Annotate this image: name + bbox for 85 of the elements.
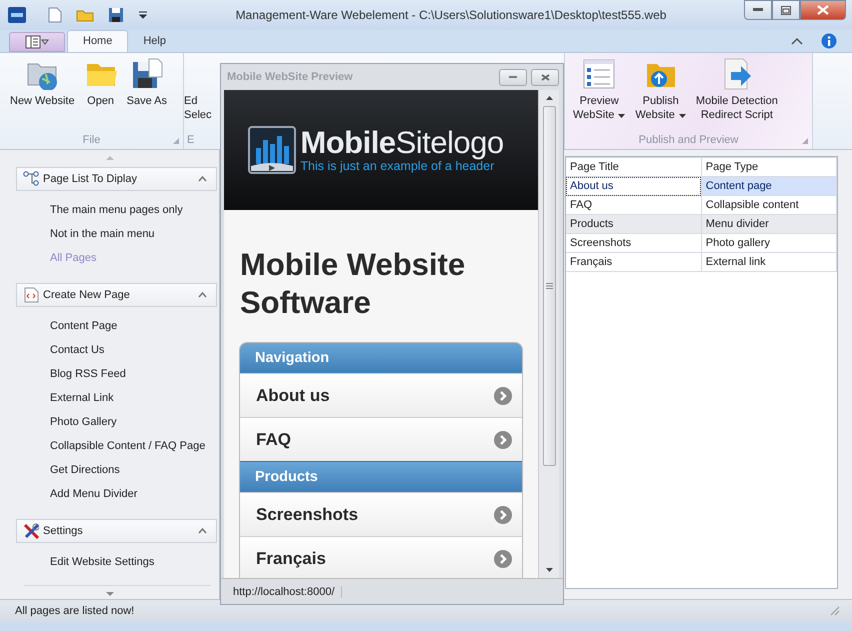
minimize-button[interactable]	[499, 68, 527, 86]
column-header[interactable]: Page Title	[566, 158, 702, 176]
sidebar-link[interactable]: The main menu pages only	[50, 200, 183, 224]
sidebar-link[interactable]: Collapsible Content / FAQ Page	[50, 436, 206, 460]
ribbon-group-label: E	[186, 133, 196, 148]
list-item[interactable]: FAQ	[240, 417, 522, 461]
floppy-disk-icon	[130, 58, 163, 90]
sidebar-link[interactable]: Contact Us	[50, 340, 104, 364]
chevron-circle-icon	[494, 506, 512, 524]
table-cell[interactable]: External link	[701, 252, 836, 272]
dropdown-caret-icon[interactable]	[138, 11, 148, 19]
resize-grip-icon[interactable]	[830, 606, 840, 616]
equalizer-icon	[248, 126, 296, 174]
section-title: Create New Page	[43, 289, 131, 301]
sidebar-link[interactable]: Photo Gallery	[50, 412, 117, 436]
info-icon[interactable]	[821, 33, 837, 49]
sidebar-link[interactable]: Content Page	[50, 316, 118, 340]
scrollbar[interactable]	[538, 90, 559, 578]
section-header[interactable]: Settings	[16, 519, 217, 543]
tools-icon	[23, 523, 39, 539]
minimize-button[interactable]	[744, 0, 772, 20]
chevron-circle-icon	[494, 550, 512, 568]
sidebar-link[interactable]: Edit Website Settings	[50, 552, 154, 576]
site-logo[interactable]: MobileSitelogo	[300, 127, 504, 159]
table-cell[interactable]: Menu divider	[701, 214, 836, 234]
scroll-down-icon[interactable]	[546, 568, 552, 572]
window-title: Management-Ware Webelement - C:\Users\Solutionsware1\Desktop\test555.web	[234, 8, 668, 22]
ribbon-button[interactable]: Ed Selec	[184, 58, 212, 131]
chevron-circle-icon	[494, 430, 512, 448]
page-heading: Mobile Website Software	[239, 246, 466, 322]
sidebar-link[interactable]: Blog RSS Feed	[50, 364, 126, 388]
ribbon-button[interactable]: Save As	[126, 58, 167, 131]
close-button[interactable]	[531, 68, 559, 86]
sitemap-icon	[23, 171, 39, 187]
sidebar-link[interactable]: External Link	[50, 388, 114, 412]
ribbon-button[interactable]: Publish Website	[635, 58, 686, 131]
collapse-ribbon-icon[interactable]	[791, 37, 803, 46]
table-cell[interactable]: Français	[566, 252, 702, 272]
list-item[interactable]: About us	[240, 373, 522, 417]
window-title: Mobile WebSite Preview	[227, 71, 354, 83]
chevron-circle-icon	[494, 386, 512, 404]
close-icon	[540, 74, 550, 80]
ribbon-group-label: Publish and Preview	[638, 133, 740, 148]
close-icon	[817, 5, 829, 15]
scroll-up-icon[interactable]	[546, 96, 552, 100]
minimize-icon	[509, 76, 517, 78]
ribbon-group-label: File	[82, 133, 102, 148]
table-cell[interactable]: Content page	[701, 176, 836, 196]
table-cell[interactable]: About us	[566, 176, 702, 196]
grip-lines-icon	[546, 283, 552, 289]
ribbon-button[interactable]: Preview WebSite	[573, 58, 626, 131]
section-header[interactable]: Create New Page	[16, 283, 217, 307]
table-cell[interactable]: Screenshots	[566, 234, 702, 252]
list-item[interactable]: Screenshots	[240, 492, 522, 536]
status-text: All pages are listed now!	[15, 605, 136, 617]
sidebar-link[interactable]: Add Menu Divider	[50, 484, 138, 508]
panel-icon	[25, 35, 49, 49]
maximize-button[interactable]	[772, 0, 800, 20]
section-title: Settings	[43, 525, 84, 537]
save-icon[interactable]	[108, 7, 124, 23]
ribbon-tab[interactable]: Help	[128, 31, 181, 52]
ribbon-tab[interactable]: Home	[67, 30, 128, 52]
list-window-icon	[583, 58, 616, 90]
list-item[interactable]: Français	[240, 536, 522, 578]
column-header[interactable]: Page Type	[701, 158, 836, 176]
maximize-icon	[781, 6, 791, 14]
url-text: http://localhost:8000/	[233, 586, 342, 598]
ribbon-button[interactable]: New Website	[10, 58, 75, 131]
section-header[interactable]: Page List To Diplay	[16, 167, 217, 191]
table-cell[interactable]: Photo gallery	[701, 234, 836, 252]
new-document-icon[interactable]	[48, 7, 62, 23]
table-cell[interactable]: Products	[566, 214, 702, 234]
ribbon-button[interactable]: Open	[84, 58, 117, 131]
folder-icon[interactable]	[76, 8, 94, 22]
app-logo-icon[interactable]	[8, 7, 26, 23]
close-button[interactable]	[800, 0, 846, 20]
sidebar-link[interactable]: Not in the main menu	[50, 224, 155, 248]
scrollbar-thumb[interactable]	[542, 106, 556, 466]
minimize-icon	[753, 8, 763, 12]
code-page-icon	[23, 287, 39, 303]
section-title: Page List To Diplay	[43, 173, 138, 185]
application-menu-button[interactable]	[9, 32, 65, 52]
sidebar-link[interactable]: Get Directions	[50, 460, 120, 484]
ribbon-button[interactable]: Mobile Detection Redirect Script	[696, 58, 778, 131]
site-tagline: This is just an example of a header	[300, 159, 494, 173]
